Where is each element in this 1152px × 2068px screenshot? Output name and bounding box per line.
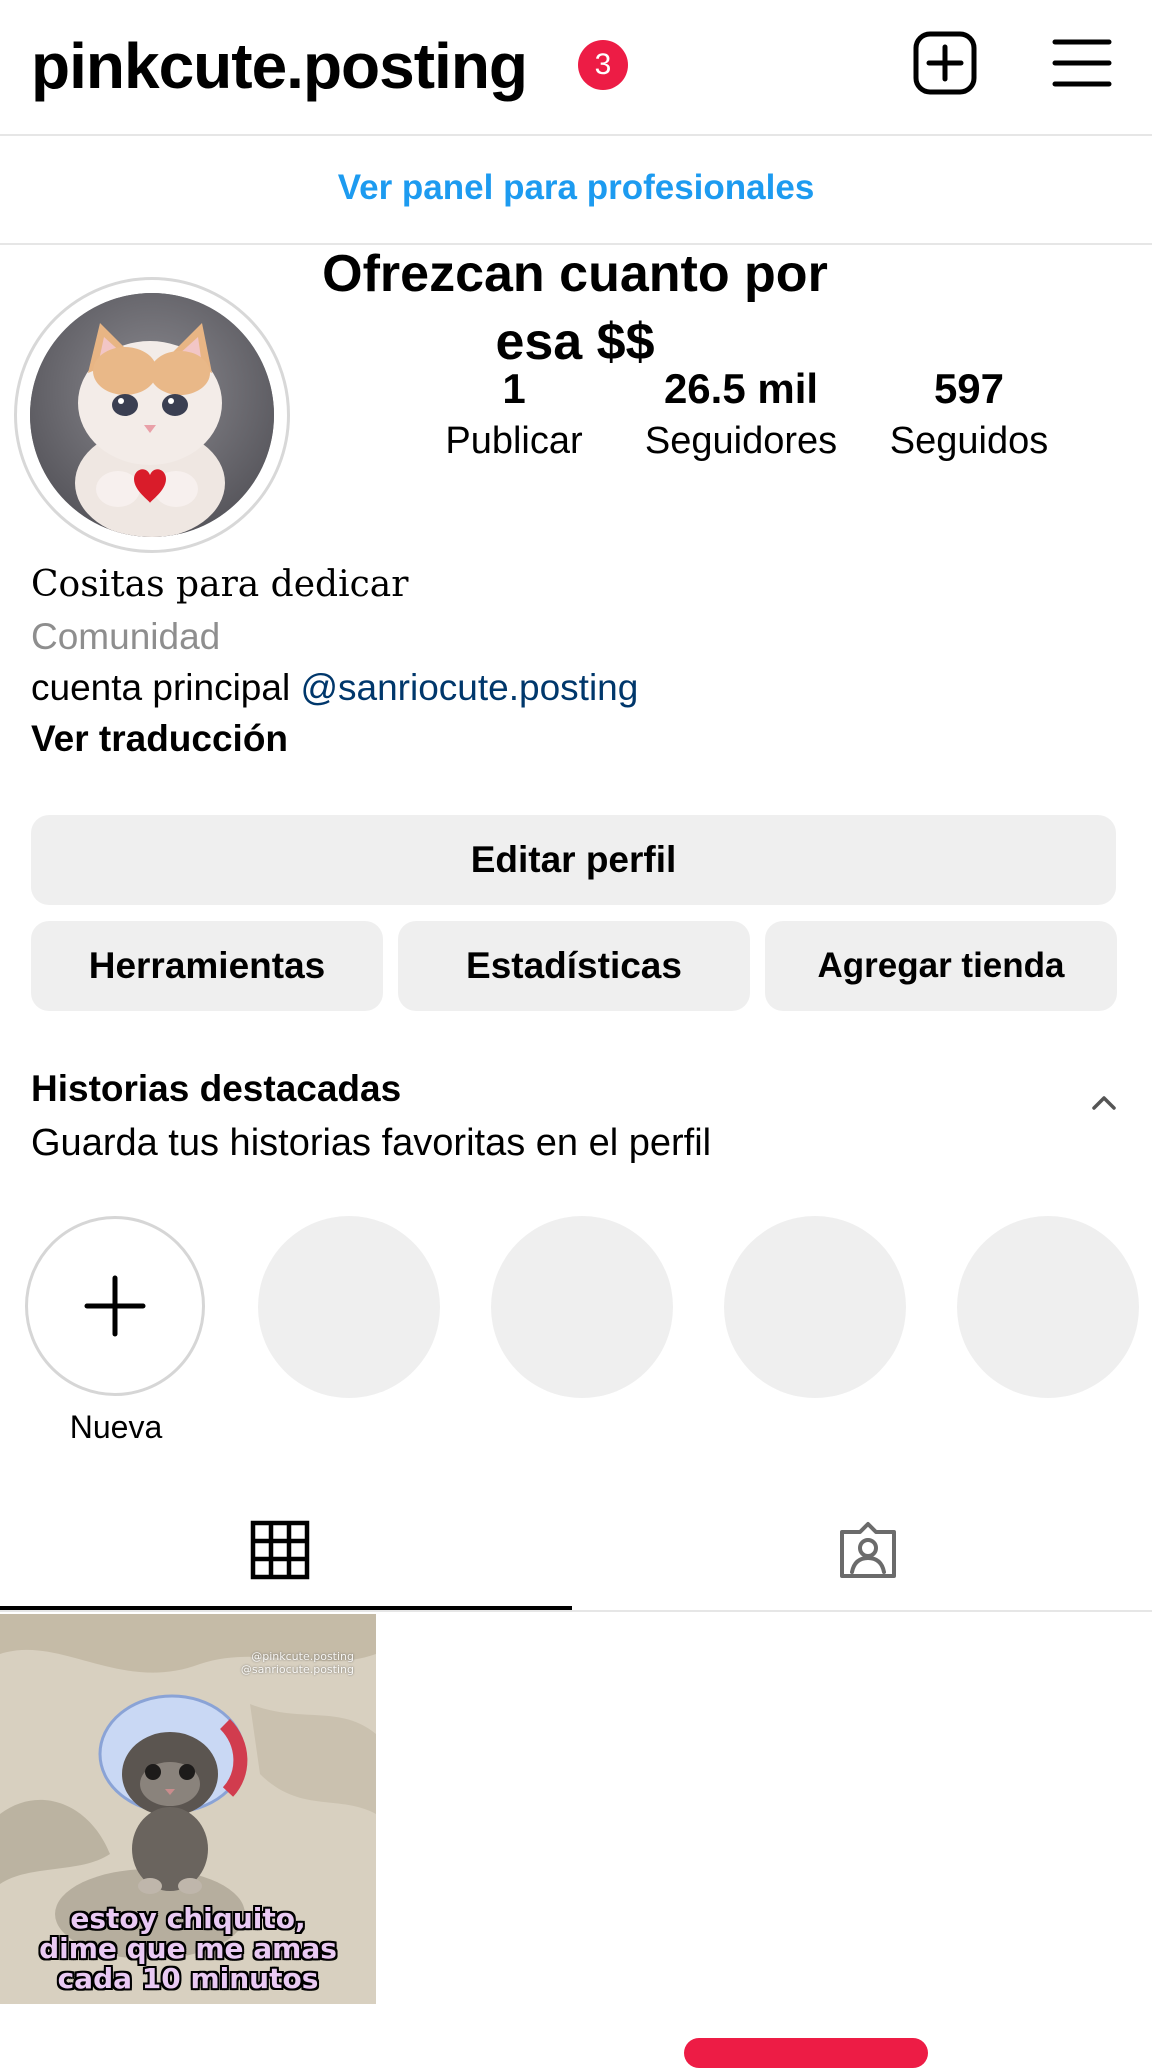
add-shop-button[interactable]: Agregar tienda — [765, 921, 1117, 1011]
stat-following-label: Seguidos — [889, 420, 1049, 462]
stat-posts-label: Publicar — [445, 420, 583, 462]
stat-followers-value: 26.5 mil — [663, 365, 819, 412]
insights-button[interactable]: Estadísticas — [398, 921, 750, 1011]
tools-button[interactable]: Herramientas — [31, 921, 383, 1011]
kitten-avatar-image — [30, 293, 274, 537]
bio-text: Cositas para dedicar — [31, 564, 409, 605]
stat-following[interactable]: 597 Seguidos — [874, 364, 1064, 466]
plus-icon — [84, 1275, 146, 1337]
floating-action-pill[interactable] — [684, 2038, 928, 2068]
stat-posts[interactable]: 1 Publicar — [434, 364, 594, 466]
chevron-up-icon — [1092, 1096, 1116, 1110]
header-divider — [0, 134, 1152, 136]
stat-followers[interactable]: 26.5 mil Seguidores — [630, 364, 852, 466]
highlight-placeholder — [491, 1216, 673, 1398]
hamburger-menu-icon — [1052, 39, 1112, 87]
post-caption-line-3: cada 10 minutos — [57, 1962, 319, 1995]
post-thumbnail[interactable]: @pinkcute.posting @sanriocute.posting es… — [0, 1614, 376, 2004]
bio-main-account-text: cuenta principal — [31, 667, 301, 708]
highlight-placeholder — [957, 1216, 1139, 1398]
see-translation-link[interactable]: Ver traducción — [31, 714, 288, 764]
highlight-placeholder — [258, 1216, 440, 1398]
tagged-icon — [840, 1522, 896, 1578]
avatar[interactable] — [30, 293, 274, 537]
edit-profile-button[interactable]: Editar perfil — [31, 815, 1116, 905]
grid-icon — [250, 1520, 310, 1580]
highlights-title: Historias destacadas — [31, 1068, 402, 1109]
collapse-highlights-button[interactable] — [1082, 1086, 1126, 1116]
stat-posts-value: 1 — [502, 365, 526, 412]
post-caption-line-1: estoy chiquito, — [70, 1902, 306, 1935]
plus-square-icon — [913, 31, 977, 95]
profile-username[interactable]: pinkcute.posting — [31, 28, 528, 104]
create-post-button[interactable] — [912, 30, 978, 96]
highlight-placeholder — [724, 1216, 906, 1398]
tab-tagged[interactable] — [836, 1518, 900, 1582]
display-name: Ofrezcan cuanto por esa $$ — [290, 240, 860, 376]
post-caption-line-2: dime que me amas — [39, 1932, 337, 1965]
post-caption: estoy chiquito, dime que me amas cada 10… — [0, 1904, 376, 1994]
post-watermark-line-2: @sanriocute.posting — [240, 1663, 354, 1676]
highlights-subtitle: Guarda tus historias favoritas en el per… — [31, 1122, 712, 1164]
notification-badge[interactable]: 3 — [578, 40, 628, 90]
professional-dashboard-link[interactable]: Ver panel para profesionales — [0, 160, 1152, 216]
stat-followers-label: Seguidores — [644, 420, 838, 462]
new-highlight-label: Nueva — [69, 1409, 163, 1445]
tab-posts-grid[interactable] — [250, 1520, 310, 1580]
stat-following-value: 597 — [933, 365, 1005, 412]
post-watermark: @pinkcute.posting @sanriocute.posting — [241, 1650, 354, 1676]
bio-main-account: cuenta principal @sanriocute.posting — [31, 663, 638, 713]
new-highlight-button[interactable] — [25, 1216, 205, 1396]
bio-mention-link[interactable]: @sanriocute.posting — [300, 667, 638, 708]
tabs-divider — [0, 1610, 1152, 1612]
bio-category: Comunidad — [31, 616, 221, 657]
display-name-line-1: Ofrezcan cuanto por — [322, 245, 828, 303]
post-watermark-line-1: @pinkcute.posting — [251, 1650, 354, 1663]
menu-button[interactable] — [1052, 36, 1112, 90]
